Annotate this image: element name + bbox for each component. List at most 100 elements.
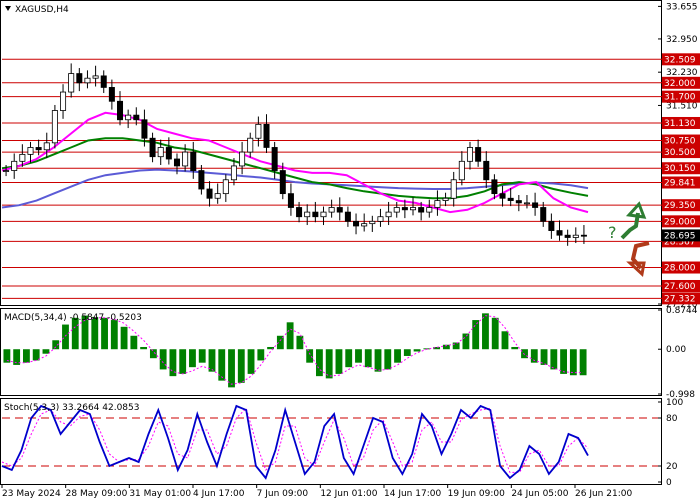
price-candle-body: [3, 170, 10, 172]
price-candle-body: [483, 160, 490, 181]
price-candle-body: [491, 179, 498, 195]
macd-histogram-bar: [110, 320, 118, 350]
stoch-tick-label: 80: [666, 414, 678, 424]
price-candle-body: [214, 193, 221, 199]
price-candle-body: [296, 207, 303, 218]
price-candle-body: [287, 193, 294, 208]
price-candle-body: [27, 147, 34, 155]
macd-histogram-bar: [560, 349, 568, 374]
price-tick-label: 33.655: [666, 2, 698, 12]
price-candle-body: [499, 193, 506, 199]
macd-histogram-bar: [472, 320, 480, 350]
time-tick-label: 31 May 01:00: [129, 489, 191, 499]
macd-histogram-bar: [189, 349, 196, 368]
macd-histogram-bar: [335, 349, 343, 374]
macd-tick-label: 0.8744: [666, 306, 698, 316]
stoch-tick-label: 0: [666, 478, 672, 488]
macd-histogram-bar: [22, 349, 30, 363]
price-candle-body: [263, 123, 270, 148]
price-candle-body: [84, 77, 91, 84]
price-candle-body: [361, 223, 368, 227]
macd-histogram-bar: [364, 349, 372, 368]
price-candle-body: [401, 207, 408, 211]
price-candle-body: [222, 179, 229, 195]
price-candle-body: [43, 142, 50, 151]
time-tick-label: 28 May 09:00: [66, 489, 128, 499]
price-candle-body: [556, 230, 563, 236]
price-candle-body: [369, 220, 376, 225]
price-candle-body: [133, 114, 140, 121]
macd-histogram-bar: [32, 349, 40, 361]
time-tick-label: 19 Jun 09:00: [448, 489, 505, 499]
price-candle-body: [377, 216, 384, 222]
price-candle-body: [76, 73, 83, 84]
macd-histogram-bar: [413, 349, 421, 352]
macd-histogram-bar: [550, 349, 558, 370]
level-label: 30.750: [664, 137, 696, 147]
macd-histogram-bar: [179, 349, 187, 374]
price-candle-body: [173, 158, 180, 167]
price-candle-body: [458, 160, 465, 181]
macd-histogram-bar: [491, 317, 499, 350]
macd-histogram-bar: [579, 349, 587, 376]
price-tick-label: 32.950: [666, 35, 698, 45]
price-candle-body: [190, 151, 197, 171]
time-tick-label: 26 Jun 21:00: [575, 489, 632, 499]
level-label: 32.000: [664, 79, 696, 89]
price-candle-body: [353, 220, 360, 227]
level-label: 29.000: [664, 217, 696, 227]
stoch-tick-label: 100: [666, 398, 683, 408]
price-candle-body: [572, 234, 579, 238]
level-label: 27.332: [664, 294, 696, 304]
price-candle-body: [125, 114, 132, 121]
price-candle-body: [385, 211, 392, 218]
macd-histogram-bar: [247, 349, 255, 374]
price-candle-body: [35, 147, 42, 151]
macd-histogram-bar: [286, 322, 294, 350]
macd-histogram-bar: [237, 349, 245, 383]
price-candle-body: [442, 197, 449, 201]
price-candle-body: [320, 211, 327, 218]
macd-histogram-bar: [569, 349, 577, 376]
macd-histogram-bar: [42, 349, 50, 354]
macd-histogram-bar: [501, 331, 509, 350]
macd-histogram-bar: [218, 349, 226, 381]
price-tick-label: 31.510: [666, 101, 698, 111]
price-candle-body: [198, 170, 205, 190]
price-candle-body: [532, 202, 539, 208]
price-candle-body: [92, 75, 99, 79]
level-label: 30.500: [664, 148, 696, 158]
price-candle-body: [108, 87, 115, 102]
macd-histogram-bar: [345, 349, 353, 368]
price-tick-label: 32.230: [666, 68, 698, 78]
macd-histogram-bar: [228, 349, 235, 388]
time-tick-label: 14 Jun 17:00: [384, 489, 441, 499]
level-label: 27.600: [664, 282, 696, 292]
price-candle-body: [540, 207, 547, 222]
price-candle-body: [418, 207, 425, 213]
price-candle-body: [271, 147, 278, 171]
price-candle-body: [239, 151, 246, 167]
macd-histogram-bar: [374, 349, 382, 372]
price-candle-body: [149, 137, 156, 158]
price-candle-body: [100, 75, 107, 88]
macd-histogram-bar: [130, 335, 138, 350]
price-candle-body: [336, 207, 343, 213]
forecast-question-mark: ?: [608, 223, 617, 242]
level-label: 30.150: [664, 164, 696, 174]
price-candle-body: [580, 234, 587, 237]
price-candle-body: [548, 220, 555, 231]
price-candle-body: [450, 179, 457, 199]
macd-histogram-bar: [149, 349, 157, 359]
macd-histogram-bar: [355, 349, 362, 363]
time-tick-label: 23 May 2024: [2, 489, 61, 499]
price-candle-body: [279, 170, 286, 195]
macd-histogram-bar: [462, 333, 470, 350]
level-label: 28.000: [664, 264, 696, 274]
price-candle-body: [507, 197, 514, 201]
macd-histogram-bar: [306, 349, 314, 363]
macd-histogram-bar: [198, 349, 206, 363]
time-tick-label: 4 Jun 17:00: [193, 489, 245, 499]
price-candle-body: [51, 110, 58, 144]
price-candle-body: [312, 211, 319, 218]
